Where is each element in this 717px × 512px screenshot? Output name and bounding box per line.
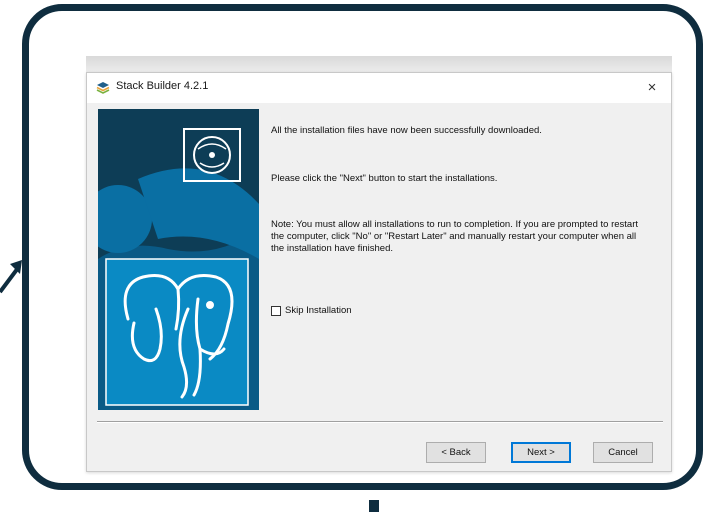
next-instruction-text: Please click the "Next" button to start … [271, 173, 498, 184]
postgres-banner [98, 109, 259, 410]
installer-window: Stack Builder 4.2.1 × All the installati… [86, 72, 672, 472]
skip-installation-option[interactable]: Skip Installation [271, 305, 352, 316]
bottom-mark [369, 500, 379, 512]
window-shadow [86, 56, 672, 72]
skip-installation-label: Skip Installation [285, 305, 352, 316]
cancel-button[interactable]: Cancel [593, 442, 653, 463]
next-button[interactable]: Next > [511, 442, 571, 463]
download-complete-text: All the installation files have now been… [271, 125, 542, 136]
skip-installation-checkbox[interactable] [271, 305, 281, 316]
stack-builder-icon [96, 82, 110, 94]
title-bar: Stack Builder 4.2.1 × [87, 73, 671, 103]
restart-note-text: Note: You must allow all installations t… [271, 219, 638, 254]
back-button[interactable]: < Back [426, 442, 486, 463]
postgres-elephant-image [98, 109, 259, 410]
footer-divider [97, 421, 663, 423]
window-title: Stack Builder 4.2.1 [116, 80, 209, 92]
pointer-arrow-icon [0, 260, 22, 294]
close-button[interactable]: × [641, 77, 663, 99]
